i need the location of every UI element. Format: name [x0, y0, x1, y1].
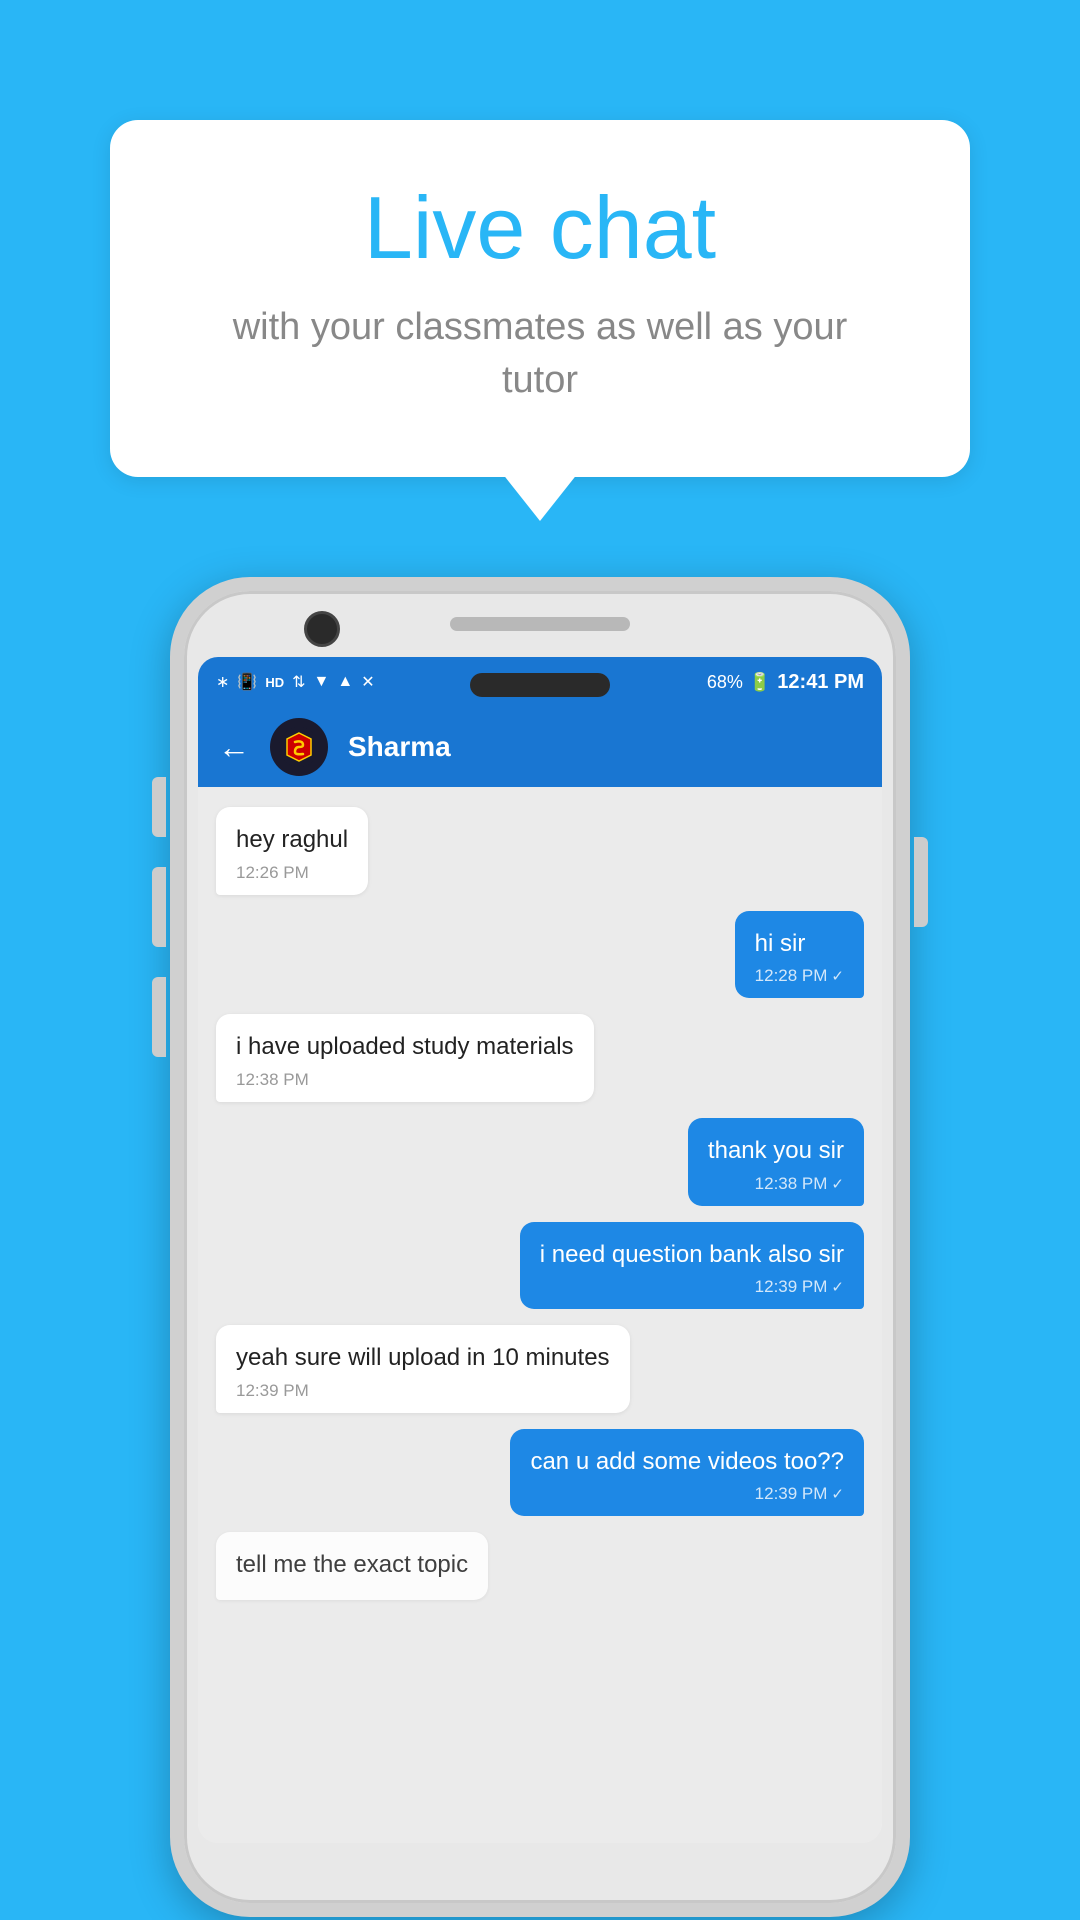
phone-mockup: ∗ 📳 HD ⇅ ▼ ▲ ✕ 68% 🔋 12:41 PM ← [170, 577, 910, 1917]
msg-text: can u add some videos too?? [530, 1445, 844, 1479]
message-8: tell me the exact topic [216, 1532, 488, 1600]
contact-name: Sharma [348, 731, 451, 763]
msg-text: yeah sure will upload in 10 minutes [236, 1341, 610, 1375]
battery-percent: 68% [707, 672, 743, 693]
volume-silent-button [152, 777, 166, 837]
msg-text: tell me the exact topic [236, 1548, 468, 1582]
msg-time: 12:39 PM ✓ [540, 1277, 844, 1297]
msg-time: 12:26 PM [236, 863, 348, 883]
status-right: 68% 🔋 12:41 PM [707, 671, 864, 694]
msg-text: i need question bank also sir [540, 1238, 844, 1272]
msg-time: 12:39 PM ✓ [530, 1484, 844, 1504]
battery-icon: 🔋 [749, 672, 771, 693]
message-4: thank you sir 12:38 PM ✓ [688, 1118, 864, 1206]
signal-x-icon: ✕ [361, 672, 374, 692]
msg-time: 12:38 PM ✓ [708, 1174, 844, 1194]
status-time: 12:41 PM [777, 671, 864, 694]
signal-icon: ▲ [337, 673, 353, 691]
status-left-icons: ∗ 📳 HD ⇅ ▼ ▲ ✕ [216, 672, 375, 692]
wifi-icon: ▼ [314, 673, 330, 691]
message-6: yeah sure will upload in 10 minutes 12:3… [216, 1325, 630, 1413]
check-icon: ✓ [831, 1278, 844, 1296]
volume-up-button [152, 867, 166, 947]
data-icon: ⇅ [292, 672, 305, 692]
avatar [270, 718, 328, 776]
back-button[interactable]: ← [218, 729, 250, 766]
check-icon: ✓ [831, 967, 844, 985]
camera [304, 611, 340, 647]
message-3: i have uploaded study materials 12:38 PM [216, 1014, 594, 1102]
msg-text: thank you sir [708, 1134, 844, 1168]
message-5: i need question bank also sir 12:39 PM ✓ [520, 1222, 864, 1310]
power-button [914, 837, 928, 927]
top-bar [450, 617, 630, 631]
volume-down-button [152, 977, 166, 1057]
tooltip-card: Live chat with your classmates as well a… [110, 120, 970, 477]
tooltip-title: Live chat [190, 180, 890, 277]
tooltip-subtitle: with your classmates as well as your tut… [190, 301, 890, 407]
msg-text: i have uploaded study materials [236, 1030, 574, 1064]
check-icon: ✓ [831, 1175, 844, 1193]
chat-area[interactable]: hey raghul 12:26 PM hi sir 12:28 PM ✓ i … [198, 787, 882, 1843]
phone-body: ∗ 📳 HD ⇅ ▼ ▲ ✕ 68% 🔋 12:41 PM ← [170, 577, 910, 1917]
msg-time: 12:39 PM [236, 1381, 610, 1401]
app-toolbar: ← Sharma [198, 707, 882, 787]
check-icon: ✓ [831, 1485, 844, 1503]
msg-text: hi sir [755, 927, 844, 961]
msg-text: hey raghul [236, 823, 348, 857]
vibrate-icon: 📳 [237, 672, 257, 692]
message-1: hey raghul 12:26 PM [216, 807, 368, 895]
message-2: hi sir 12:28 PM ✓ [735, 911, 864, 999]
message-7: can u add some videos too?? 12:39 PM ✓ [510, 1429, 864, 1517]
msg-time: 12:28 PM ✓ [755, 966, 844, 986]
hd-icon: HD [265, 675, 284, 690]
bluetooth-icon: ∗ [216, 672, 229, 692]
msg-time: 12:38 PM [236, 1070, 574, 1090]
phone-screen: ∗ 📳 HD ⇅ ▼ ▲ ✕ 68% 🔋 12:41 PM ← [198, 657, 882, 1843]
speaker [470, 673, 610, 697]
